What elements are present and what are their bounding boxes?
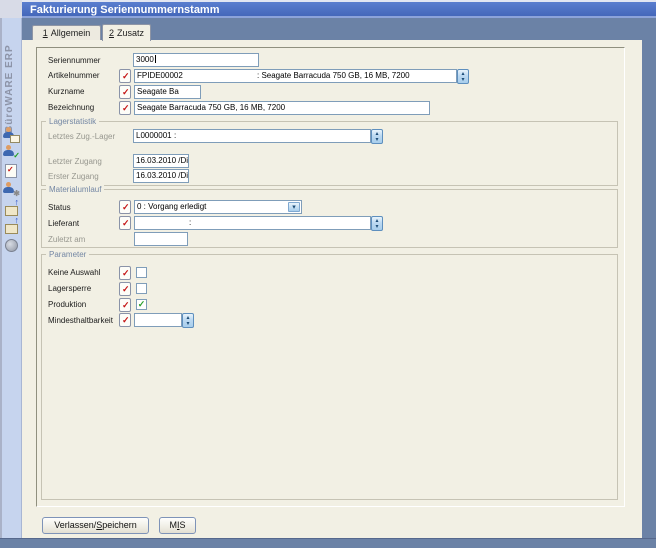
- lagersperre-label: Lagersperre: [48, 284, 91, 293]
- letzter-zugang-label: Letzter Zugang: [48, 157, 102, 166]
- artikelnummer-input[interactable]: FPIDE00002 : Seagate Barracuda 750 GB, 1…: [134, 69, 457, 83]
- sidebar: BüroWARE ERP: [0, 18, 22, 538]
- artikelnummer-description: : Seagate Barracuda 750 GB, 16 MB, 7200: [257, 70, 410, 82]
- produktion-edit-check-icon[interactable]: [119, 298, 131, 312]
- letztes-zug-lager-label: Letztes Zug.-Lager: [48, 132, 115, 141]
- parameter-group-title: Parameter: [46, 250, 89, 259]
- kurzname-edit-check-icon[interactable]: [119, 85, 131, 99]
- keine-auswahl-checkbox[interactable]: [136, 267, 147, 278]
- user-check-icon[interactable]: ✓: [3, 145, 20, 161]
- produktion-checkbox[interactable]: ✓: [136, 299, 147, 310]
- seriennummer-input[interactable]: 3000: [133, 53, 259, 67]
- window-title: Fakturierung Seriennummernstamm: [30, 4, 220, 16]
- erster-zugang-input[interactable]: 16.03.2010 /Di: [133, 169, 189, 183]
- letzter-zugang-input[interactable]: 16.03.2010 /Di: [133, 154, 189, 168]
- letztes-zug-lager-spinner[interactable]: ▴▾: [371, 129, 383, 144]
- status-combobox[interactable]: 0 : Vorgang erledigt ▾: [134, 200, 302, 214]
- mail-export-icon-2[interactable]: ↑: [3, 218, 20, 234]
- user-mail-icon[interactable]: [3, 127, 20, 143]
- status-dropdown-button[interactable]: ▾: [288, 202, 300, 212]
- mindesthaltbarkeit-label: Mindesthaltbarkeit: [48, 316, 113, 325]
- keine-auswahl-edit-check-icon[interactable]: [119, 266, 131, 280]
- produktion-label: Produktion: [48, 300, 86, 309]
- mindesthaltbarkeit-input[interactable]: [134, 313, 182, 327]
- keine-auswahl-label: Keine Auswahl: [48, 268, 100, 277]
- status-edit-check-icon[interactable]: [119, 200, 131, 214]
- artikelnummer-spinner[interactable]: ▴▾: [457, 69, 469, 84]
- artikelnummer-edit-check-icon[interactable]: [119, 69, 131, 83]
- bezeichnung-label: Bezeichnung: [48, 103, 94, 112]
- seriennummer-label: Seriennummer: [48, 56, 100, 65]
- window-frame-right: [642, 18, 656, 548]
- title-bar: Fakturierung Seriennummernstamm: [22, 2, 656, 18]
- window-corner: [0, 0, 22, 18]
- erster-zugang-label: Erster Zugang: [48, 172, 99, 181]
- verlassen-speichern-button[interactable]: Verlassen/Speichern: [42, 517, 149, 534]
- artikelnummer-label: Artikelnummer: [48, 71, 100, 80]
- materialumlauf-group-title: Materialumlauf: [46, 185, 104, 194]
- tab-zusatz[interactable]: 2Zusatz: [102, 24, 151, 41]
- zuletzt-am-input[interactable]: [134, 232, 188, 246]
- lieferant-edit-check-icon[interactable]: [119, 216, 131, 230]
- lagersperre-checkbox[interactable]: [136, 283, 147, 294]
- app-window: Fakturierung Seriennummernstamm BüroWARE…: [0, 0, 656, 548]
- zuletzt-am-label: Zuletzt am: [48, 235, 85, 244]
- lagersperre-edit-check-icon[interactable]: [119, 282, 131, 296]
- kurzname-input[interactable]: Seagate Ba: [134, 85, 201, 99]
- lieferant-input[interactable]: :: [134, 216, 371, 230]
- letztes-zug-lager-input[interactable]: L0000001 :: [133, 129, 371, 143]
- mindesthaltbarkeit-edit-check-icon[interactable]: [119, 313, 131, 327]
- tab-allgemein[interactable]: 1Allgemein: [32, 25, 101, 40]
- mindesthaltbarkeit-spinner[interactable]: ▴▾: [182, 313, 194, 328]
- user-settings-icon[interactable]: ✱: [3, 182, 20, 198]
- brand-vertical-text: BüroWARE ERP: [4, 42, 22, 136]
- window-frame-bottom: [0, 538, 656, 548]
- bezeichnung-input[interactable]: Seagate Barracuda 750 GB, 16 MB, 7200: [134, 101, 430, 115]
- status-label: Status: [48, 203, 71, 212]
- bezeichnung-edit-check-icon[interactable]: [119, 101, 131, 115]
- globe-icon[interactable]: [3, 237, 20, 253]
- note-check-icon[interactable]: ✓: [3, 163, 20, 179]
- lagerstatistik-group-title: Lagerstatistik: [46, 117, 99, 126]
- lieferant-spinner[interactable]: ▴▾: [371, 216, 383, 231]
- kurzname-label: Kurzname: [48, 87, 84, 96]
- lieferant-label: Lieferant: [48, 219, 79, 228]
- mis-button[interactable]: MIS: [159, 517, 196, 534]
- mail-export-icon[interactable]: ↑: [3, 200, 20, 216]
- text-caret: [155, 55, 156, 63]
